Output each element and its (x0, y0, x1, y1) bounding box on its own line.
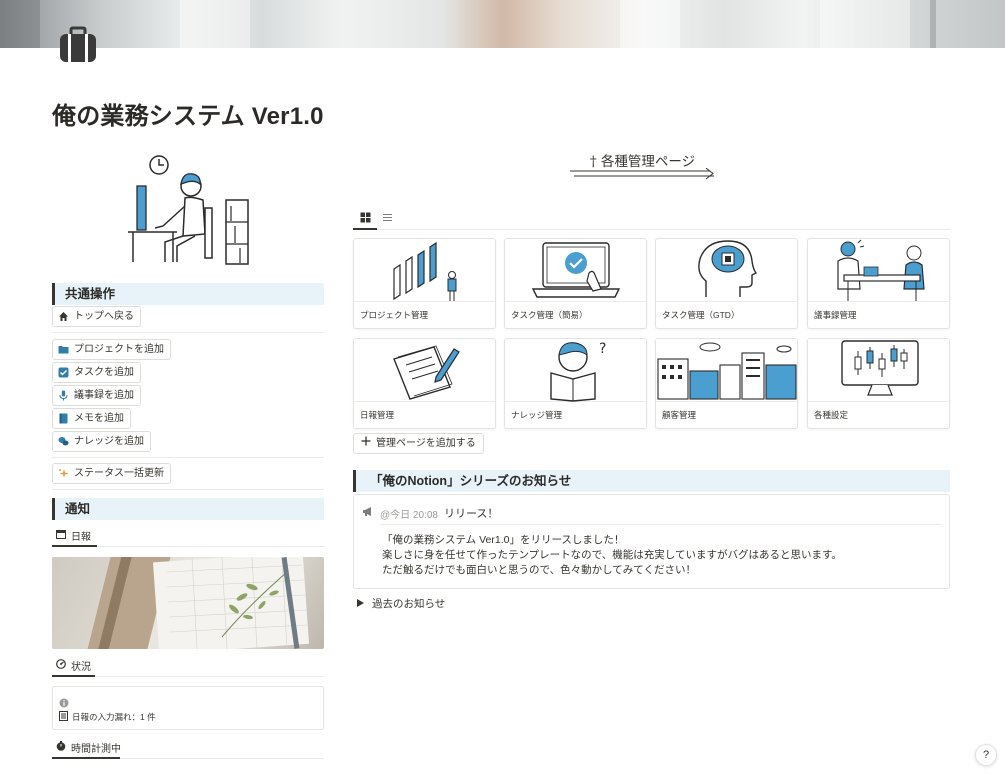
news-body-line: 「俺の業務システム Ver1.0」をリリースしました！ (382, 534, 625, 546)
chat-bubbles-icon (58, 436, 69, 447)
divider (52, 489, 324, 490)
view-switcher (353, 208, 950, 230)
card-label: 顧客管理 (662, 410, 697, 420)
card-label: 各種設定 (814, 410, 849, 420)
monitor-candlestick-icon (808, 339, 949, 402)
past-news-label: 過去のお知らせ (372, 598, 446, 610)
stopwatch-icon (56, 741, 66, 754)
reading-book-icon: ? (505, 339, 646, 402)
news-date[interactable]: @今日 20:08 (380, 506, 438, 521)
card-customer-management[interactable]: 顧客管理 (655, 338, 798, 429)
card-label: ナレッジ管理 (511, 410, 563, 420)
add-project-label: プロジェクトを追加 (74, 344, 164, 355)
cover-image (0, 0, 1005, 48)
notification-header: 通知 (52, 498, 324, 520)
tab-active-indicator (52, 545, 97, 547)
timer-tab-label: 時間計測中 (71, 744, 121, 755)
notepad-pen-icon (354, 339, 495, 402)
document-icon (59, 711, 68, 723)
add-task-button[interactable]: タスクを追加 (52, 362, 141, 383)
tab-active-indicator (52, 757, 120, 759)
status-panel: 日報の入力漏れ：1 件 (52, 686, 324, 730)
divider (52, 332, 324, 333)
add-task-label: タスクを追加 (74, 367, 134, 378)
add-knowledge-button[interactable]: ナレッジを追加 (52, 431, 151, 452)
news-body-line: 楽しさに身を任せて作ったテンプレートなので、機能は充実していますがバグはあると思… (382, 549, 842, 561)
home-icon (58, 311, 69, 322)
briefcase-icon (58, 26, 98, 64)
card-daily-report-management[interactable]: 日報管理 (353, 338, 496, 429)
add-memo-label: メモを追加 (74, 413, 124, 424)
folder-icon (58, 344, 69, 355)
add-management-page-button[interactable]: 管理ページを追加する (353, 433, 484, 454)
missing-daily-report-row[interactable]: 日報の入力漏れ：1 件 (59, 711, 156, 723)
card-project-management[interactable]: プロジェクト管理 (353, 238, 496, 329)
planner-photo (52, 557, 324, 649)
decorative-double-line (570, 168, 714, 180)
card-label: タスク管理（簡易） (511, 310, 588, 320)
help-button[interactable]: ? (975, 744, 997, 766)
gallery-view-icon[interactable] (357, 210, 373, 224)
checkbox-icon (58, 367, 69, 378)
card-minutes-management[interactable]: 議事録管理 (807, 238, 950, 329)
news-divider (381, 524, 941, 525)
card-label: タスク管理（GTD） (662, 310, 740, 320)
news-header: 「俺のNotion」シリーズのお知らせ (353, 470, 950, 492)
card-task-management-gtd[interactable]: タスク管理（GTD） (655, 238, 798, 329)
missing-daily-report-text: 日報の入力漏れ：1 件 (72, 712, 156, 722)
plus-icon (361, 434, 371, 453)
divider (52, 457, 324, 458)
project-chart-icon (354, 239, 495, 302)
megaphone-icon (362, 506, 374, 520)
calendar-icon (56, 529, 66, 542)
card-label: 日報管理 (360, 410, 395, 420)
triangle-right-icon (357, 598, 364, 610)
svg-text:?: ? (599, 341, 606, 357)
card-label: 議事録管理 (814, 310, 857, 320)
dashboard-icon (56, 659, 66, 672)
bulk-status-update-button[interactable]: ステータス一括更新 (52, 463, 171, 484)
laptop-check-icon (505, 239, 646, 302)
back-to-top-button[interactable]: トップへ戻る (52, 306, 141, 327)
timer-tab[interactable]: 時間計測中 (52, 740, 121, 755)
worker-illustration (125, 150, 250, 268)
card-task-management-simple[interactable]: タスク管理（簡易） (504, 238, 647, 329)
add-management-page-label: 管理ページを追加する (376, 438, 476, 449)
add-minutes-button[interactable]: 議事録を追加 (52, 385, 141, 406)
add-knowledge-label: ナレッジを追加 (74, 436, 144, 447)
management-section-title: † 各種管理ページ (589, 154, 696, 170)
add-memo-button[interactable]: メモを追加 (52, 408, 131, 429)
card-settings[interactable]: 各種設定 (807, 338, 950, 429)
meeting-icon (808, 239, 949, 302)
add-minutes-label: 議事録を追加 (74, 390, 134, 401)
brain-chip-icon (656, 239, 797, 302)
past-news-toggle[interactable]: 過去のお知らせ (357, 596, 445, 611)
news-body-line: ただ触るだけでも面白いと思うので、色々動かしてみてください！ (382, 564, 696, 576)
news-meta: @今日 20:08 リリース！ (362, 505, 498, 521)
notebook-icon (58, 413, 69, 424)
common-actions-header: 共通操作 (52, 283, 324, 305)
back-to-top-label: トップへ戻る (74, 311, 134, 322)
add-project-button[interactable]: プロジェクトを追加 (52, 339, 171, 360)
bulk-status-update-label: ステータス一括更新 (74, 468, 164, 479)
page-title: 俺の業務システム Ver1.0 (52, 103, 324, 130)
daily-report-tab-label: 日報 (71, 532, 91, 543)
card-label: プロジェクト管理 (360, 310, 429, 320)
card-knowledge-management[interactable]: ? ナレッジ管理 (504, 338, 647, 429)
status-tab-label: 状況 (71, 662, 91, 673)
daily-report-tab[interactable]: 日報 (52, 528, 91, 543)
list-view-icon[interactable] (379, 210, 395, 224)
tab-active-indicator (52, 675, 95, 677)
news-body: 「俺の業務システム Ver1.0」をリリースしました！ 楽しさに身を任せて作った… (382, 533, 842, 578)
news-item: @今日 20:08 リリース！ 「俺の業務システム Ver1.0」をリリースしま… (353, 494, 950, 589)
status-tab[interactable]: 状況 (52, 658, 91, 673)
view-active-indicator (353, 228, 377, 230)
news-title[interactable]: リリース！ (444, 505, 498, 521)
microphone-icon (58, 390, 69, 401)
sparkle-icon (58, 468, 69, 479)
city-buildings-icon (656, 339, 797, 402)
